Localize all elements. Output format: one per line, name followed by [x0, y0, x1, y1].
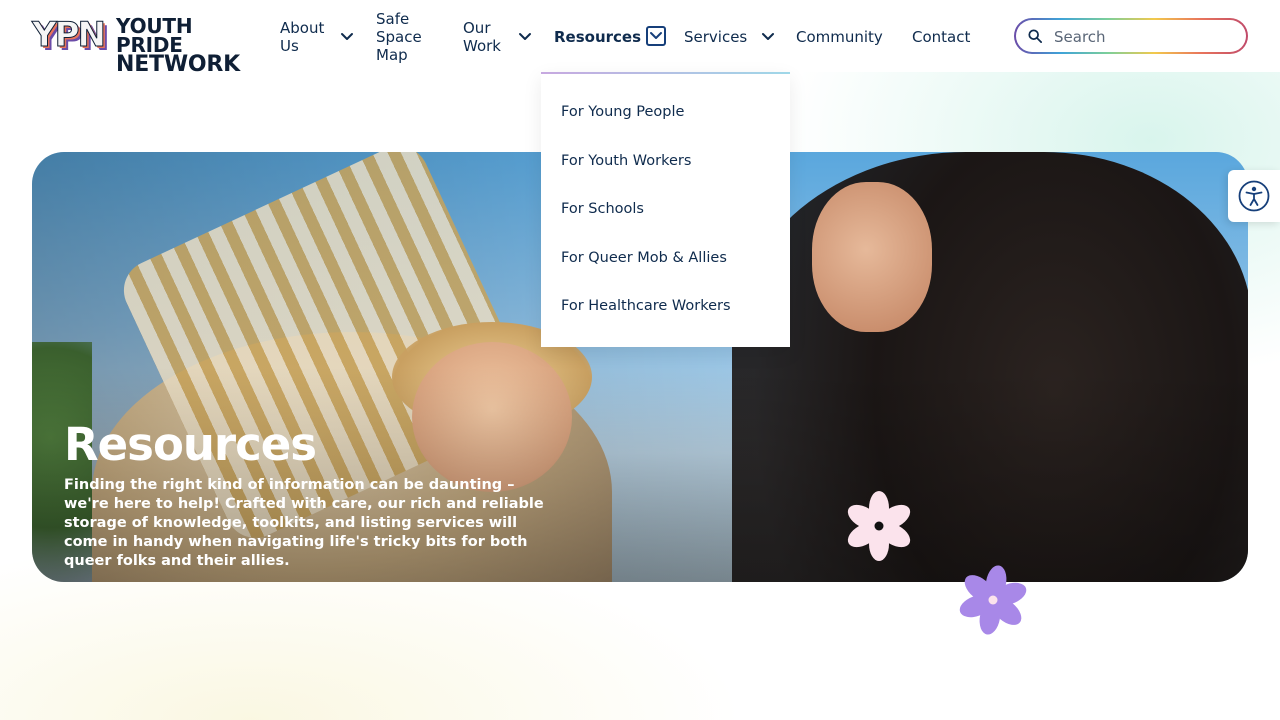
ypn-logo[interactable]: YPN YOUTH PRIDE NETWORK — [32, 15, 241, 76]
nav-contact[interactable]: Contact — [912, 28, 970, 46]
search-field — [1016, 20, 1246, 54]
chevron-down-icon[interactable] — [646, 26, 666, 46]
logo-line-2: NETWORK — [116, 52, 241, 77]
accessibility-icon — [1238, 180, 1270, 212]
nav-our-work[interactable]: Our Work — [463, 19, 501, 55]
site-header: YPN YOUTH PRIDE NETWORK About Us Safe Sp… — [0, 0, 1280, 76]
nav-work-line1: Our — [463, 19, 491, 37]
logo-mark: YPN — [32, 15, 107, 55]
chevron-down-icon[interactable] — [517, 29, 533, 45]
resources-dropdown: For Young People For Youth Workers For S… — [541, 72, 790, 347]
chevron-down-icon[interactable] — [760, 29, 776, 45]
page-title: Resources — [64, 418, 317, 471]
nav-about-line2: Us — [280, 37, 299, 55]
logo-wordmark: YOUTH PRIDE NETWORK — [116, 14, 241, 77]
nav-about-line1: About — [280, 19, 325, 37]
nav-about-us[interactable]: About Us — [280, 19, 324, 55]
search-box — [1014, 18, 1248, 54]
dropdown-item-youth-workers[interactable]: For Youth Workers — [561, 153, 691, 169]
nav-safe-line2: Space — [376, 28, 422, 46]
nav-work-line2: Work — [463, 37, 501, 55]
search-input[interactable] — [1052, 20, 1236, 54]
nav-safe-line3: Map — [376, 46, 408, 64]
nav-resources[interactable]: Resources — [554, 28, 641, 46]
logo-line-1: YOUTH PRIDE — [116, 14, 193, 57]
dropdown-item-schools[interactable]: For Schools — [561, 201, 644, 217]
flower-decoration — [847, 491, 911, 561]
nav-services[interactable]: Services — [684, 28, 747, 46]
hero-description: Finding the right kind of information ca… — [64, 477, 544, 569]
chevron-down-icon[interactable] — [339, 29, 355, 45]
search-icon[interactable] — [1028, 29, 1042, 43]
nav-safe-space-map[interactable]: Safe Space Map — [376, 10, 422, 64]
dropdown-item-queer-mob-allies[interactable]: For Queer Mob & Allies — [561, 250, 727, 266]
accessibility-button[interactable] — [1228, 170, 1280, 222]
dropdown-item-young-people[interactable]: For Young People — [561, 104, 684, 120]
nav-community[interactable]: Community — [796, 28, 883, 46]
flower-decoration — [959, 565, 1027, 635]
nav-safe-line1: Safe — [376, 10, 410, 28]
dropdown-item-healthcare-workers[interactable]: For Healthcare Workers — [561, 298, 731, 314]
